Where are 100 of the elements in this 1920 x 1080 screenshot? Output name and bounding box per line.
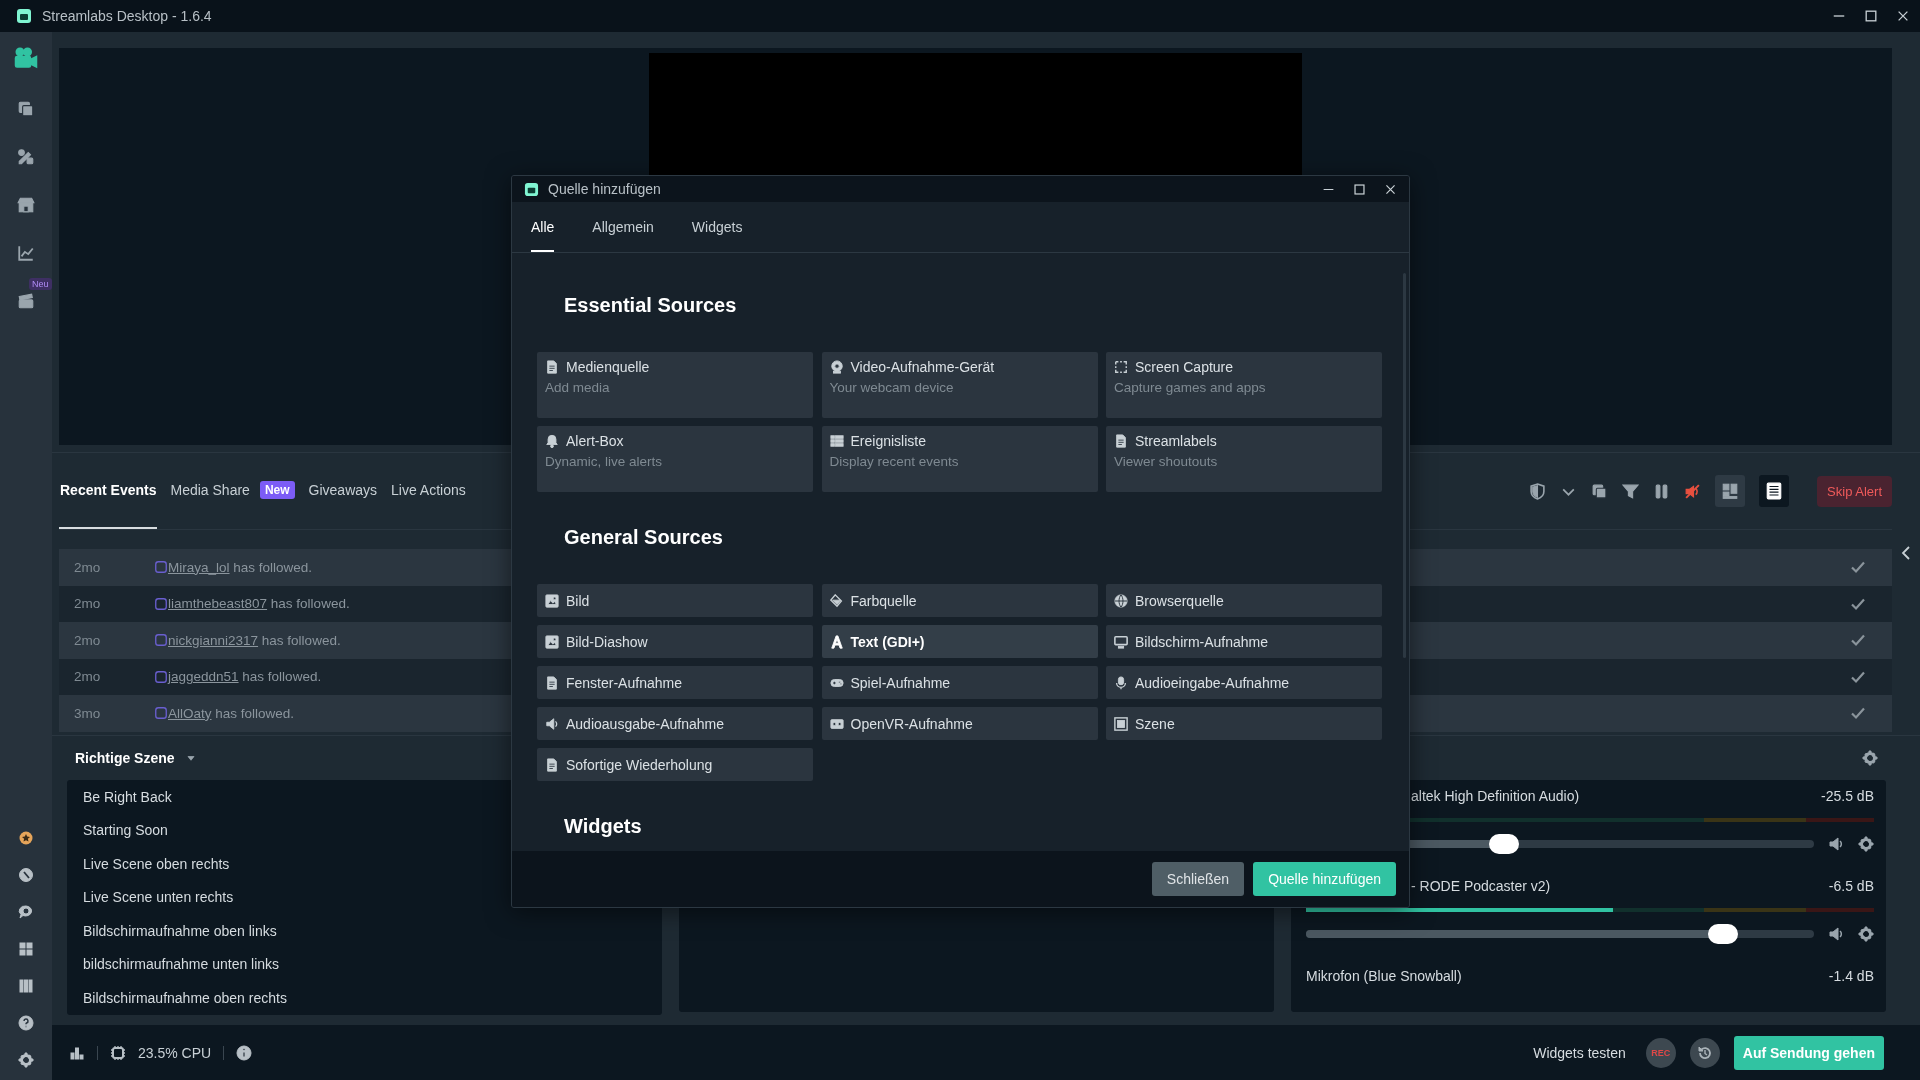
bar-chart-icon[interactable] (69, 1044, 85, 1061)
event-time: 2mo (74, 632, 102, 648)
camera-icon[interactable] (14, 46, 38, 70)
source-item[interactable]: Szene (1106, 707, 1382, 740)
settings-icon[interactable] (1862, 750, 1878, 766)
settings-icon[interactable] (18, 1052, 34, 1068)
source-card[interactable]: Video-Aufnahme-Gerät Your webcam device (821, 352, 1098, 418)
settings-icon[interactable] (1858, 836, 1874, 852)
microphone-icon (1114, 675, 1128, 690)
grid-icon[interactable] (18, 941, 34, 957)
list-icon (1765, 482, 1784, 500)
source-card[interactable]: Screen Capture Capture games and apps (1106, 352, 1382, 418)
user-link[interactable]: Miraya_lol (168, 559, 230, 575)
user-link[interactable]: AllOaty (168, 705, 212, 721)
skip-alert-button[interactable]: Skip Alert (1817, 475, 1892, 507)
scene-item[interactable]: bildschirmaufnahme unten links (67, 947, 662, 981)
monitor-icon (1114, 634, 1128, 649)
replay-button[interactable] (1689, 1037, 1720, 1068)
source-card[interactable]: Ereignisliste Display recent events (821, 426, 1098, 492)
clapperboard-icon[interactable] (17, 292, 35, 310)
audio-source-name: Mikrofon (Blue Snowball) (1306, 968, 1462, 984)
store-icon[interactable] (17, 196, 35, 214)
source-item[interactable]: Sofortige Wiederholung (537, 748, 813, 781)
events-tab[interactable]: Giveaways (307, 453, 379, 529)
image-icon (545, 593, 559, 608)
avatar-icon (154, 596, 168, 611)
list-button[interactable] (1759, 475, 1790, 507)
cpu-usage: 23.5% CPU (138, 1044, 212, 1061)
cpu-icon (110, 1044, 126, 1061)
settings-icon[interactable] (1858, 926, 1874, 942)
check-icon[interactable] (1850, 705, 1866, 722)
source-item[interactable]: OpenVR-Aufnahme (821, 707, 1098, 740)
tools-icon[interactable] (17, 148, 35, 166)
close-icon[interactable] (1896, 9, 1910, 23)
check-icon[interactable] (1850, 632, 1866, 649)
close-icon[interactable] (1384, 182, 1397, 196)
source-name: Bild-Diashow (566, 633, 648, 650)
copy-icon[interactable] (17, 100, 35, 118)
source-item[interactable]: Text (GDI+) (821, 625, 1098, 658)
columns-icon[interactable] (18, 978, 34, 994)
events-tab[interactable]: Live Actions (390, 453, 467, 529)
volume-slider[interactable] (1306, 924, 1814, 944)
source-item[interactable]: Fenster-Aufnahme (537, 666, 813, 699)
image-icon (545, 634, 559, 649)
source-item[interactable]: Browserquelle (1106, 584, 1382, 617)
slider-thumb[interactable] (1707, 924, 1738, 944)
speaker-icon[interactable] (1828, 926, 1844, 942)
source-card[interactable]: Streamlabels Viewer shoutouts (1106, 426, 1382, 492)
source-card[interactable]: Medienquelle Add media (537, 352, 813, 418)
close-button[interactable]: Schließen (1151, 862, 1245, 896)
scene-item[interactable]: Bildschirmaufnahme oben rechts (67, 981, 662, 1015)
check-icon[interactable] (1850, 559, 1866, 576)
copy-icon[interactable] (1591, 482, 1609, 500)
source-item[interactable]: Bildschirm-Aufnahme (1106, 625, 1382, 658)
chart-icon[interactable] (17, 244, 35, 262)
maximize-icon[interactable] (1864, 9, 1878, 23)
scene-collection-title[interactable]: Richtige Szene (75, 750, 175, 766)
event-time: 2mo (74, 669, 102, 685)
dialog-tab[interactable]: Widgets (691, 202, 743, 252)
events-tab[interactable]: Media Share New (169, 453, 296, 529)
events-tab[interactable]: Recent Events (59, 453, 158, 529)
star-badge-icon[interactable] (18, 830, 34, 846)
selection-icon (1114, 360, 1128, 374)
source-name: Browserquelle (1135, 592, 1224, 609)
vr-headset-icon (829, 716, 844, 731)
webcam-icon (829, 360, 844, 374)
help-icon[interactable] (18, 1015, 34, 1031)
app-logo-icon (16, 8, 32, 24)
source-item[interactable]: Farbquelle (821, 584, 1098, 617)
source-description: Viewer shoutouts (1114, 454, 1219, 469)
source-item[interactable]: Audioeingabe-Aufnahme (1106, 666, 1382, 699)
source-name: Bild (566, 592, 590, 609)
user-link[interactable]: jaggeddn51 (168, 669, 239, 685)
source-name: Audioausgabe-Aufnahme (566, 715, 724, 732)
maximize-icon[interactable] (1353, 182, 1366, 196)
user-link[interactable]: liamthebeast807 (168, 596, 268, 612)
source-name: Screen Capture (1135, 359, 1234, 375)
filter-icon[interactable] (1622, 482, 1640, 500)
source-item[interactable]: Bild (537, 584, 813, 617)
shield-icon[interactable] (1529, 482, 1547, 500)
test-widgets-button[interactable]: Widgets testen (1533, 1044, 1632, 1061)
source-item[interactable]: Bild-Diashow (537, 625, 813, 658)
user-link[interactable]: nickgianni2317 (168, 632, 259, 648)
dialog-tab[interactable]: Alle (531, 202, 555, 252)
app-logo-icon (524, 181, 539, 197)
source-card[interactable]: Alert-Box Dynamic, live alerts (537, 426, 813, 492)
source-description: Dynamic, live alerts (545, 454, 664, 469)
mute-icon[interactable] (1684, 482, 1702, 500)
info-icon[interactable] (236, 1044, 253, 1061)
avatar-icon (154, 560, 168, 575)
chat-icon[interactable] (18, 904, 34, 920)
dashboard-button[interactable] (1715, 475, 1746, 507)
section-heading: Essential Sources (563, 293, 738, 318)
source-item[interactable]: Audioausgabe-Aufnahme (537, 707, 813, 740)
slider-thumb[interactable] (1489, 834, 1520, 854)
source-name: Fenster-Aufnahme (566, 674, 682, 691)
scene-item[interactable]: Bildschirmaufnahme oben links (67, 914, 662, 948)
speaker-icon[interactable] (1828, 836, 1844, 852)
source-item[interactable]: Spiel-Aufnahme (821, 666, 1098, 699)
dialog-tab[interactable]: Allgemein (592, 202, 654, 252)
